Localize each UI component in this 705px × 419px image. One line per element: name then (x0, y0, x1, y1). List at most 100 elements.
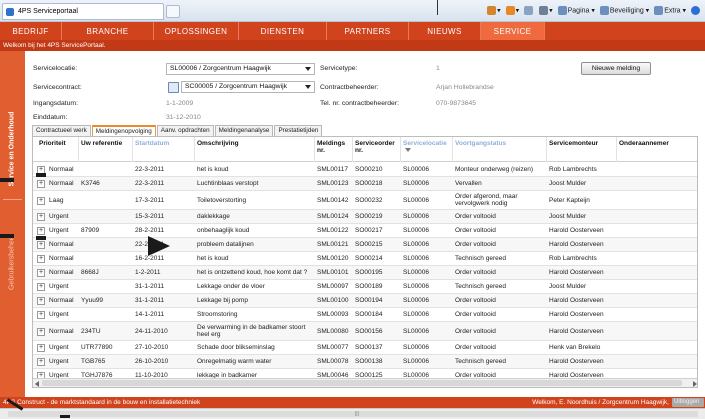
column-header-4[interactable]: Meldings nr. (315, 137, 353, 162)
servicecontract-value: SC00005 / Zorgcentrum Haagwijk (185, 83, 287, 90)
table-cell: 15-3-2011 (135, 213, 165, 220)
new-report-button[interactable]: Nieuwe melding (581, 62, 651, 75)
table-row[interactable]: + Normaal 22-2-2011 probleem datalijnen SML0… (33, 238, 697, 252)
nav-item-oplossingen[interactable]: OPLOSSINGEN (154, 22, 239, 40)
browser-tool-1[interactable]: ▾ (505, 6, 519, 15)
nav-item-service[interactable]: SERVICE (481, 22, 545, 40)
expand-row-icon[interactable]: + (37, 196, 45, 205)
table-row[interactable]: + Urgent 87909 28-2-2011 onbehaaglijk koud SM… (33, 224, 697, 238)
table-cell: Onregelmatig warm water (197, 358, 272, 365)
expand-row-icon[interactable]: + (37, 269, 45, 277)
browser-tool-2[interactable] (524, 6, 534, 15)
expand-row-icon[interactable]: + (37, 241, 45, 249)
browser-toolbar: 4PS Serviceportaal ▾ ▾ ▾ Pagina ▾ Beveiligin… (0, 0, 705, 22)
table-cell: SML00077 (317, 344, 349, 351)
table-cell: SML00093 (317, 311, 349, 318)
side-tab-service[interactable]: Service en Onderhoud (9, 112, 16, 187)
expand-row-icon[interactable]: + (37, 180, 45, 188)
sort-down-icon[interactable] (405, 148, 411, 153)
column-header-9[interactable]: Onderaannemer (617, 137, 697, 162)
tel-contractbeheerder-value: 070-9873645 (436, 100, 477, 107)
column-header-3[interactable]: Omschrijving (195, 137, 315, 162)
table-row[interactable]: + Normaal K3746 22-3-2011 Luchtinblaas verst… (33, 177, 697, 191)
scroll-right-icon[interactable] (693, 381, 697, 387)
table-row[interactable]: + Urgent 31-1-2011 Lekkage onder de vloer SM… (33, 280, 697, 294)
table-cell: Order afgerond, maar vervolgwerk nodig (455, 193, 518, 207)
footer-tagline: 4PS Construct - de marktstandaard in de … (3, 399, 201, 406)
table-row[interactable]: + Normaal 16-2-2011 het is koud SML00120 SO00… (33, 252, 697, 266)
expand-row-icon[interactable]: + (37, 213, 45, 221)
table-row[interactable]: + Laag 17-3-2011 Toiletoverstorting SML00142… (33, 191, 697, 210)
table-cell (79, 308, 133, 321)
nav-item-branche[interactable]: BRANCHE (62, 22, 154, 40)
column-header-1[interactable]: Uw referentie (79, 137, 133, 162)
table-row[interactable]: + Normaal Yyuu99 31-1-2011 Lekkage bij pomp S… (33, 294, 697, 308)
expand-row-icon[interactable]: + (37, 227, 45, 235)
table-row[interactable]: + Normaal 234TU 24-11-2010 De verwarming in … (33, 322, 697, 341)
nav-item-bedrijf[interactable]: BEDRIJF (0, 22, 62, 40)
table-cell: Order voltooid (455, 269, 496, 276)
browser-tool-5[interactable]: Beveiliging ▾ (599, 6, 649, 15)
table-cell: Harold Oosterveen (549, 227, 604, 234)
column-header-2[interactable]: Startdatum (133, 137, 195, 162)
expand-row-icon[interactable]: + (37, 297, 45, 305)
scroll-thumb[interactable] (42, 380, 682, 386)
table-row[interactable]: + Urgent 15-3-2011 daklekkage SML00124 SO0021… (33, 210, 697, 224)
table-cell: SL00006 (403, 241, 430, 248)
overlay-dash-mark (0, 178, 14, 182)
tab-contractueel-werk[interactable]: Contractueel werk (32, 125, 91, 136)
table-cell: Rob Lambrechts (549, 255, 597, 262)
expand-row-icon[interactable]: + (37, 283, 45, 291)
column-header-7[interactable]: Voortgangstatus (453, 137, 547, 162)
table-cell: Normaal (49, 269, 74, 276)
column-header-8[interactable]: Servicemonteur (547, 137, 617, 162)
table-cell: K3746 (81, 180, 100, 187)
browser-tool-4[interactable]: Pagina ▾ (557, 6, 595, 15)
table-row[interactable]: + Urgent 14-1-2011 Stroomstoring SML00093 SO0… (33, 308, 697, 322)
nav-item-nieuws[interactable]: NIEUWS (409, 22, 481, 40)
tab-aanv-opdrachten[interactable]: Aanv. opdrachten (156, 125, 214, 136)
table-cell: Rob Lambrechts (549, 166, 597, 173)
browser-scroll-thumb[interactable] (8, 411, 698, 417)
browser-tool-label: ▾ (497, 7, 501, 15)
table-row[interactable]: + Urgent TGB765 26-10-2010 Onregelmatig warm… (33, 355, 697, 369)
horizontal-scrollbar[interactable] (33, 378, 697, 387)
logout-button[interactable]: Uitloggen (672, 398, 704, 407)
nav-item-partners[interactable]: PARTNERS (327, 22, 409, 40)
table-row[interactable]: + Normaal 22-3-2011 het is koud SML00117 SO00… (33, 163, 697, 177)
browser-scrollbar[interactable]: ||| (0, 408, 705, 419)
tab-prestatietijden[interactable]: Prestatietijden (274, 125, 323, 136)
browser-tool-7[interactable] (691, 6, 701, 15)
scroll-grip-icon: ||| (355, 411, 359, 417)
einddatum-label: Einddatum: (33, 114, 68, 121)
expand-row-icon[interactable]: + (37, 327, 45, 336)
column-header-0[interactable]: Prioriteit (37, 137, 79, 162)
browser-tab[interactable]: 4PS Serviceportaal (2, 3, 164, 20)
expand-row-icon[interactable]: + (37, 311, 45, 319)
side-tab-gebruikersbeheer[interactable]: Gebruikersbeheer (9, 234, 16, 290)
chevron-down-icon (305, 85, 311, 89)
expand-row-icon[interactable]: + (37, 344, 45, 352)
contract-lookup-icon[interactable] (168, 82, 179, 93)
browser-tool-0[interactable]: ▾ (487, 6, 501, 15)
browser-tool-6[interactable]: Extra ▾ (654, 6, 686, 15)
column-header-5[interactable]: Serviceorder nr. (353, 137, 401, 162)
expand-row-icon[interactable]: + (37, 358, 45, 366)
servicecontract-select[interactable]: SC00005 / Zorgcentrum Haagwijk (181, 81, 315, 93)
table-cell: SML00080 (317, 327, 349, 335)
table-cell (617, 280, 697, 293)
browser-tool-3[interactable]: ▾ (539, 6, 553, 15)
column-header-6[interactable]: Servicelocatie (401, 137, 453, 162)
home-icon (487, 6, 497, 15)
scroll-left-icon[interactable] (35, 381, 39, 387)
table-row[interactable]: + Normaal 8668J 1-2-2011 het is ontzettend k… (33, 266, 697, 280)
servicelocatie-select[interactable]: SL00006 / Zorgcentrum Haagwijk (166, 63, 315, 75)
table-row[interactable]: + Urgent UTR77890 27-10-2010 Schade door bli… (33, 341, 697, 355)
mail-icon (524, 6, 534, 15)
tab-meldingenopvolging[interactable]: Meldingenopvolging (91, 125, 156, 136)
nav-item-diensten[interactable]: DIENSTEN (239, 22, 327, 40)
new-tab-button[interactable] (166, 5, 180, 18)
overlay-dash-mark (36, 236, 46, 240)
tab-meldingenanalyse[interactable]: Meldingenanalyse (214, 125, 274, 136)
expand-row-icon[interactable]: + (37, 255, 45, 263)
